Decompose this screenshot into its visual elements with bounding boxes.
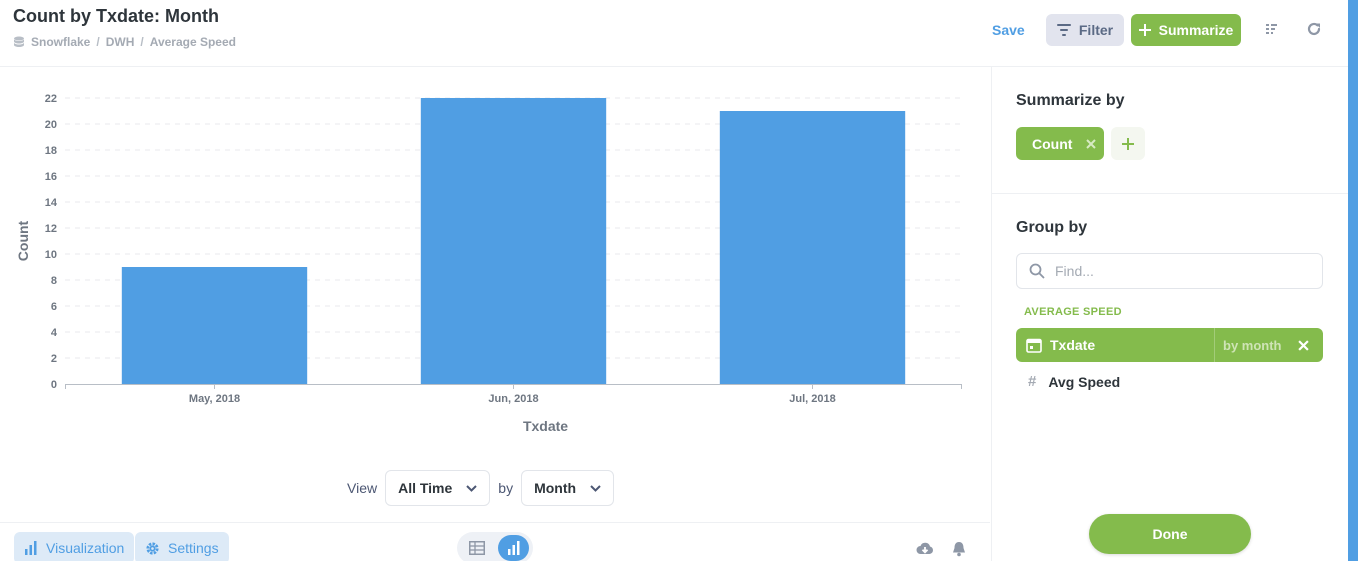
granularity-value: Month — [534, 480, 577, 496]
y-tick-label: 18 — [45, 145, 57, 157]
refresh-icon[interactable] — [1305, 20, 1323, 38]
bar — [121, 267, 308, 384]
add-metric-button[interactable] — [1111, 127, 1145, 160]
page-title: Count by Txdate: Month — [13, 6, 219, 26]
display-toggle — [457, 532, 533, 561]
y-tick-label: 6 — [51, 301, 57, 313]
summarize-by-heading: Summarize by — [1016, 92, 1125, 109]
metric-label: Count — [1032, 135, 1073, 152]
chevron-down-icon — [466, 484, 478, 492]
close-icon[interactable] — [1086, 138, 1097, 149]
y-axis-label: Count — [15, 220, 31, 261]
filter-icon — [1056, 24, 1071, 36]
divider — [992, 193, 1348, 194]
time-range-value: All Time — [398, 480, 453, 496]
x-tick-label: May, 2018 — [189, 393, 240, 405]
notebook-editor-icon[interactable] — [1264, 20, 1282, 38]
database-icon — [14, 36, 24, 47]
y-tick-label: 14 — [45, 197, 58, 209]
number-type-icon: # — [1028, 373, 1037, 390]
table-section-label: AVERAGE SPEED — [1024, 306, 1122, 318]
breadcrumb-table[interactable]: Average Speed — [150, 35, 236, 49]
by-label: by — [498, 480, 514, 496]
query-header: Count by Txdate: Month Snowflake / DWH /… — [0, 0, 1348, 67]
table-icon — [468, 541, 485, 555]
breadcrumb-separator: / — [96, 35, 100, 49]
bar — [719, 111, 906, 384]
chart-area: 0 2 4 6 8 10 12 14 16 18 20 22 May, 2018 Jun, 2018 Jul… — [0, 68, 990, 448]
bar — [420, 98, 607, 384]
search-input[interactable] — [1055, 263, 1295, 279]
y-tick-label: 0 — [51, 379, 57, 391]
y-tick-label: 12 — [45, 223, 57, 235]
bar-chart-icon — [25, 541, 37, 555]
dimension-label: Avg Speed — [1048, 373, 1121, 390]
plus-icon — [1138, 24, 1151, 36]
close-icon — [1298, 339, 1309, 351]
search-icon — [1029, 263, 1045, 279]
plus-icon — [1122, 137, 1134, 150]
granularity-select[interactable]: Month — [521, 470, 615, 506]
summarize-label: Summarize — [1158, 22, 1234, 38]
gear-icon — [146, 541, 159, 555]
metric-pill-count[interactable]: Count — [1016, 127, 1104, 160]
remove-dimension[interactable] — [1298, 339, 1309, 351]
y-tick-label: 8 — [51, 275, 57, 287]
summarize-sidebar: Summarize by Count Group by AVERAGE SPEE… — [991, 67, 1348, 561]
view-label: View — [347, 480, 378, 496]
table-view-toggle[interactable] — [461, 535, 492, 561]
x-tick-label: Jun, 2018 — [488, 393, 538, 405]
breadcrumb-separator: / — [140, 35, 144, 49]
group-by-heading: Group by — [1016, 219, 1088, 236]
y-tick-label: 10 — [45, 249, 57, 261]
settings-label: Settings — [168, 540, 219, 556]
x-axis-label: Txdate — [523, 418, 568, 434]
filter-label: Filter — [1078, 22, 1114, 38]
done-button[interactable]: Done — [1089, 514, 1251, 554]
calendar-icon — [1026, 338, 1042, 353]
settings-button[interactable]: Settings — [135, 532, 229, 561]
y-tick-label: 20 — [45, 119, 57, 131]
temporal-bucket-select[interactable]: by month — [1214, 328, 1286, 362]
y-tick-label: 2 — [51, 353, 57, 365]
bell-icon[interactable] — [950, 540, 968, 558]
query-footer: Visualization Settings — [0, 522, 990, 561]
dimension-search — [1016, 253, 1323, 289]
filter-button[interactable]: Filter — [1046, 14, 1124, 46]
y-tick-label: 22 — [45, 93, 57, 105]
time-range-select[interactable]: All Time — [385, 470, 491, 506]
view-controls: View All Time by Month — [347, 470, 615, 506]
window-edge — [1348, 0, 1358, 561]
dimension-label: Txdate — [1050, 337, 1096, 353]
dimension-item-avg-speed[interactable]: # Avg Speed — [1028, 373, 1120, 390]
bar-chart-icon — [507, 541, 519, 555]
breadcrumb-schema[interactable]: DWH — [106, 35, 135, 49]
chevron-down-icon — [590, 484, 601, 492]
bar-chart: 0 2 4 6 8 10 12 14 16 18 20 22 May, 2018 Jun, 2018 Jul… — [15, 93, 962, 434]
breadcrumb-database[interactable]: Snowflake — [31, 35, 90, 49]
download-icon[interactable] — [916, 540, 934, 558]
x-tick-label: Jul, 2018 — [789, 393, 835, 405]
chart-view-toggle[interactable] — [498, 535, 529, 561]
breadcrumb: Snowflake / DWH / Average Speed — [13, 35, 236, 49]
save-button[interactable]: Save — [986, 14, 1031, 46]
y-tick-label: 4 — [51, 327, 58, 339]
visualization-label: Visualization — [46, 540, 125, 556]
dimension-item-txdate[interactable]: Txdate by month — [1016, 328, 1323, 362]
summarize-button[interactable]: Summarize — [1131, 14, 1241, 46]
y-tick-label: 16 — [45, 171, 57, 183]
visualization-button[interactable]: Visualization — [14, 532, 135, 561]
